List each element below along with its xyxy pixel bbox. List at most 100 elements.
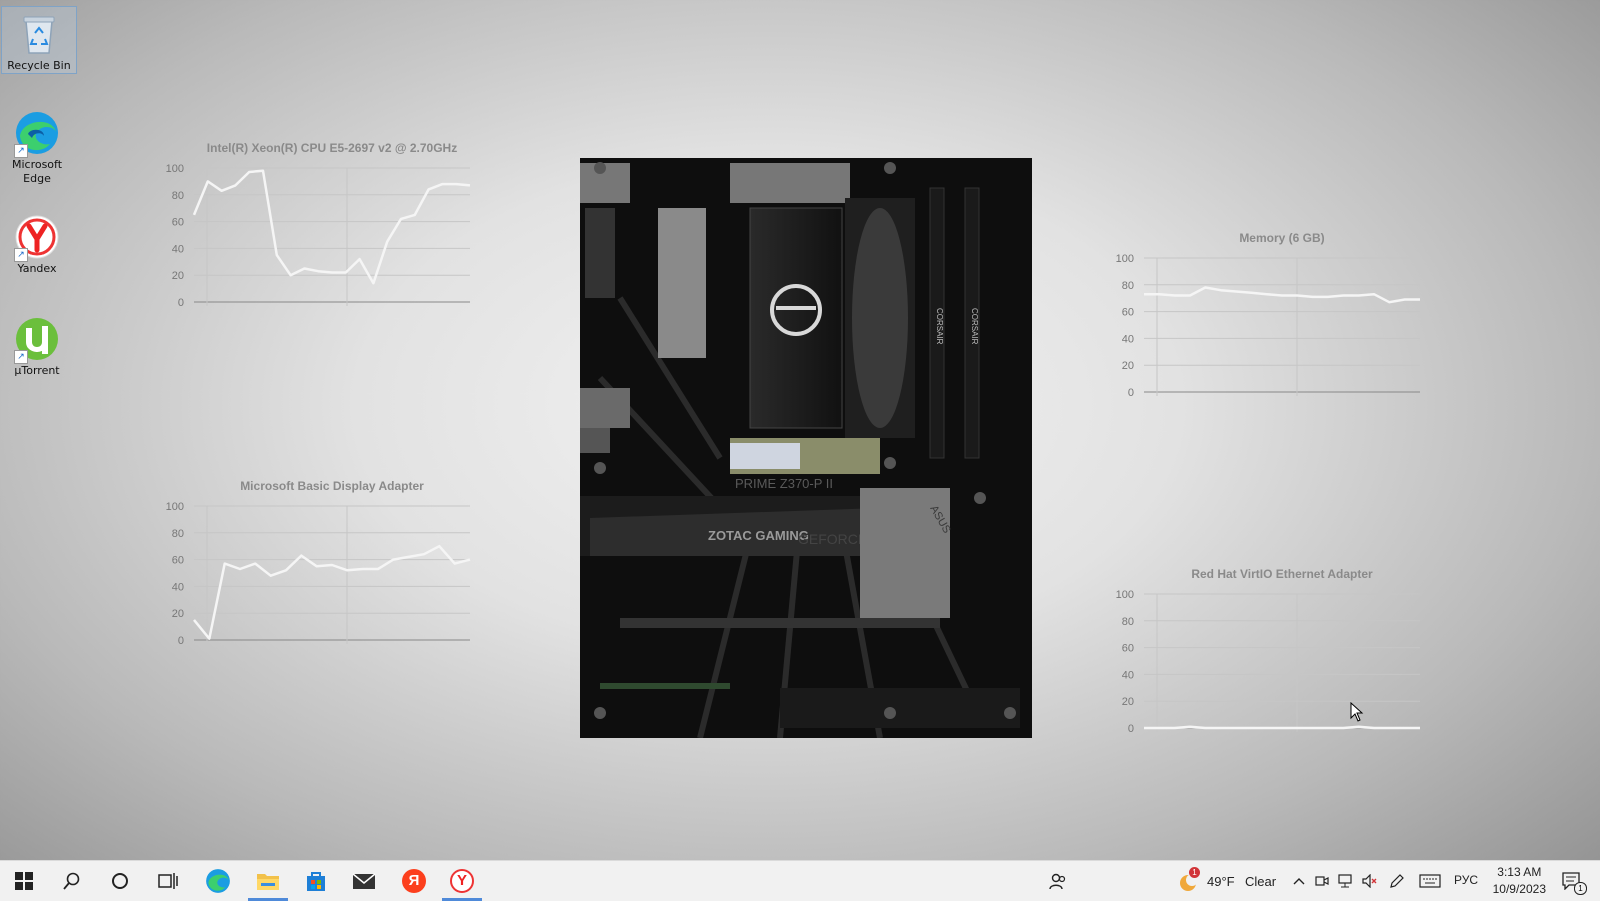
tray-meet-now[interactable] [1310, 861, 1334, 901]
memory-usage-chart: Memory (6 GB) 100 80 60 40 20 0 [1110, 228, 1420, 407]
chart-title: Red Hat VirtIO Ethernet Adapter [1191, 567, 1373, 581]
y-tick-label: 20 [1122, 360, 1134, 372]
desktop-icon-label: Recycle Bin [7, 59, 71, 72]
search-button[interactable] [48, 861, 96, 901]
y-tick-label: 60 [1122, 643, 1134, 655]
y-tick-label: 40 [172, 243, 184, 255]
y-tick-label: 100 [166, 501, 184, 513]
taskbar-clock[interactable]: 3:13 AM 10/9/2023 [1493, 864, 1546, 898]
people-button[interactable] [1038, 861, 1078, 901]
shortcut-arrow-icon: ↗ [14, 350, 28, 364]
desktop-icon-label: Microsoft Edge [11, 158, 63, 185]
notification-count: 1 [1574, 882, 1587, 895]
y-tick-label: 60 [172, 555, 184, 567]
y-tick-label: 100 [166, 163, 184, 175]
weather-alert-badge: 1 [1189, 867, 1200, 878]
gpu-usage-chart: Microsoft Basic Display Adapter 100 80 60 40… [160, 476, 471, 655]
network-usage-chart: Red Hat VirtIO Ethernet Adapter 100 80 60 40… [1110, 564, 1420, 743]
show-hidden-icons-button[interactable] [1286, 861, 1312, 901]
board-model-label: PRIME Z370-P II [735, 476, 833, 491]
weather-condition: Clear [1245, 874, 1277, 889]
desktop-icon-label: Yandex [17, 262, 57, 275]
shortcut-arrow-icon: ↗ [14, 144, 28, 158]
task-view-button[interactable] [144, 861, 192, 901]
action-center-button[interactable]: 1 [1552, 861, 1592, 901]
y-tick-label: 40 [1122, 333, 1134, 345]
desktop-icon-recycle-bin[interactable]: Recycle Bin [1, 6, 77, 74]
y-tick-label: 40 [172, 581, 184, 593]
edge-icon: ↗ [14, 110, 60, 158]
gpu-brand-label: ZOTAC GAMING [708, 528, 809, 543]
pen-workspace-icon [1390, 874, 1404, 888]
desktop: Recycle Bin ↗ Microsoft Edge ↗ Yandex ↗ … [0, 0, 1600, 860]
y-tick-label: 20 [172, 270, 184, 282]
y-tick-label: 0 [178, 635, 184, 647]
y-tick-label: 100 [1116, 589, 1134, 601]
webcam-icon [1315, 876, 1329, 886]
y-tick-label: 80 [1122, 280, 1134, 292]
desktop-icon-yandex[interactable]: ↗ Yandex [0, 210, 74, 276]
taskbar-store[interactable] [292, 861, 340, 901]
weather-widget[interactable]: 1 49°F Clear [1175, 867, 1280, 895]
folder-icon [257, 874, 279, 890]
y-tick-label: 60 [172, 217, 184, 229]
usage-line [1144, 725, 1420, 730]
yandex-icon: Я [402, 869, 426, 893]
task-view-icon [158, 873, 178, 889]
people-icon [1049, 873, 1066, 890]
weather-temp: 49°F [1207, 874, 1235, 889]
utorrent-icon: ↗ [14, 316, 60, 364]
store-icon [307, 872, 325, 891]
y-tick-label: 20 [1122, 696, 1134, 708]
usage-line [192, 169, 471, 285]
volume-muted-icon [1362, 874, 1377, 888]
y-tick-label: 20 [172, 608, 184, 620]
ram-label: CORSAIR [935, 308, 944, 345]
y-tick-label: 80 [172, 190, 184, 202]
search-icon [63, 872, 80, 890]
taskbar-file-explorer[interactable] [244, 861, 292, 901]
mouse-cursor [1350, 702, 1364, 722]
taskbar-edge[interactable] [194, 861, 242, 901]
tray-pen[interactable] [1384, 861, 1410, 901]
shortcut-arrow-icon: ↗ [14, 248, 28, 262]
tray-network[interactable] [1334, 861, 1358, 901]
taskbar: Я Y 1 49°F Clear РУС 3:13 AM 10/9/2023 1 [0, 860, 1600, 901]
clock-time: 3:13 AM [1497, 865, 1542, 879]
desktop-icon-microsoft-edge[interactable]: ↗ Microsoft Edge [0, 106, 74, 186]
mail-icon [352, 873, 376, 889]
edge-icon [206, 869, 230, 893]
clock-date: 10/9/2023 [1492, 882, 1546, 896]
motherboard-image: CORSAIR CORSAIR PRIME Z370-P II ZOTAC GA… [570, 158, 1032, 739]
y-tick-label: 0 [178, 297, 184, 309]
y-tick-label: 60 [1122, 307, 1134, 319]
usage-line [1144, 286, 1420, 304]
y-tick-label: 80 [1122, 616, 1134, 628]
start-button[interactable] [0, 861, 48, 901]
ram-label: CORSAIR [970, 308, 979, 345]
cortana-button[interactable] [96, 861, 144, 901]
keyboard-icon [1419, 874, 1441, 888]
y-tick-label: 100 [1116, 253, 1134, 265]
network-icon [1338, 874, 1352, 888]
input-language[interactable]: РУС [1454, 873, 1478, 887]
chart-title: Memory (6 GB) [1239, 231, 1324, 245]
taskbar-mail[interactable] [340, 861, 388, 901]
y-tick-label: 0 [1128, 387, 1134, 399]
y-tick-label: 0 [1128, 723, 1134, 735]
yandex-browser-icon: Y [450, 869, 474, 893]
tray-volume[interactable] [1358, 861, 1382, 901]
yandex-browser-icon: ↗ [14, 214, 60, 262]
desktop-icon-utorrent[interactable]: ↗ μTorrent [0, 312, 74, 378]
y-tick-label: 40 [1122, 669, 1134, 681]
chart-title: Microsoft Basic Display Adapter [240, 479, 424, 493]
taskbar-yandex-browser[interactable]: Y [438, 861, 486, 901]
tray-touch-keyboard[interactable] [1414, 861, 1446, 901]
y-tick-label: 80 [172, 528, 184, 540]
chevron-up-icon [1293, 878, 1305, 885]
chart-title: Intel(R) Xeon(R) CPU E5-2697 v2 @ 2.70GH… [207, 141, 457, 155]
cpu-usage-chart: Intel(R) Xeon(R) CPU E5-2697 v2 @ 2.70GH… [160, 138, 471, 317]
taskbar-yandex[interactable]: Я [390, 861, 438, 901]
windows-start-icon [15, 872, 33, 890]
cortana-circle-icon [112, 873, 128, 889]
